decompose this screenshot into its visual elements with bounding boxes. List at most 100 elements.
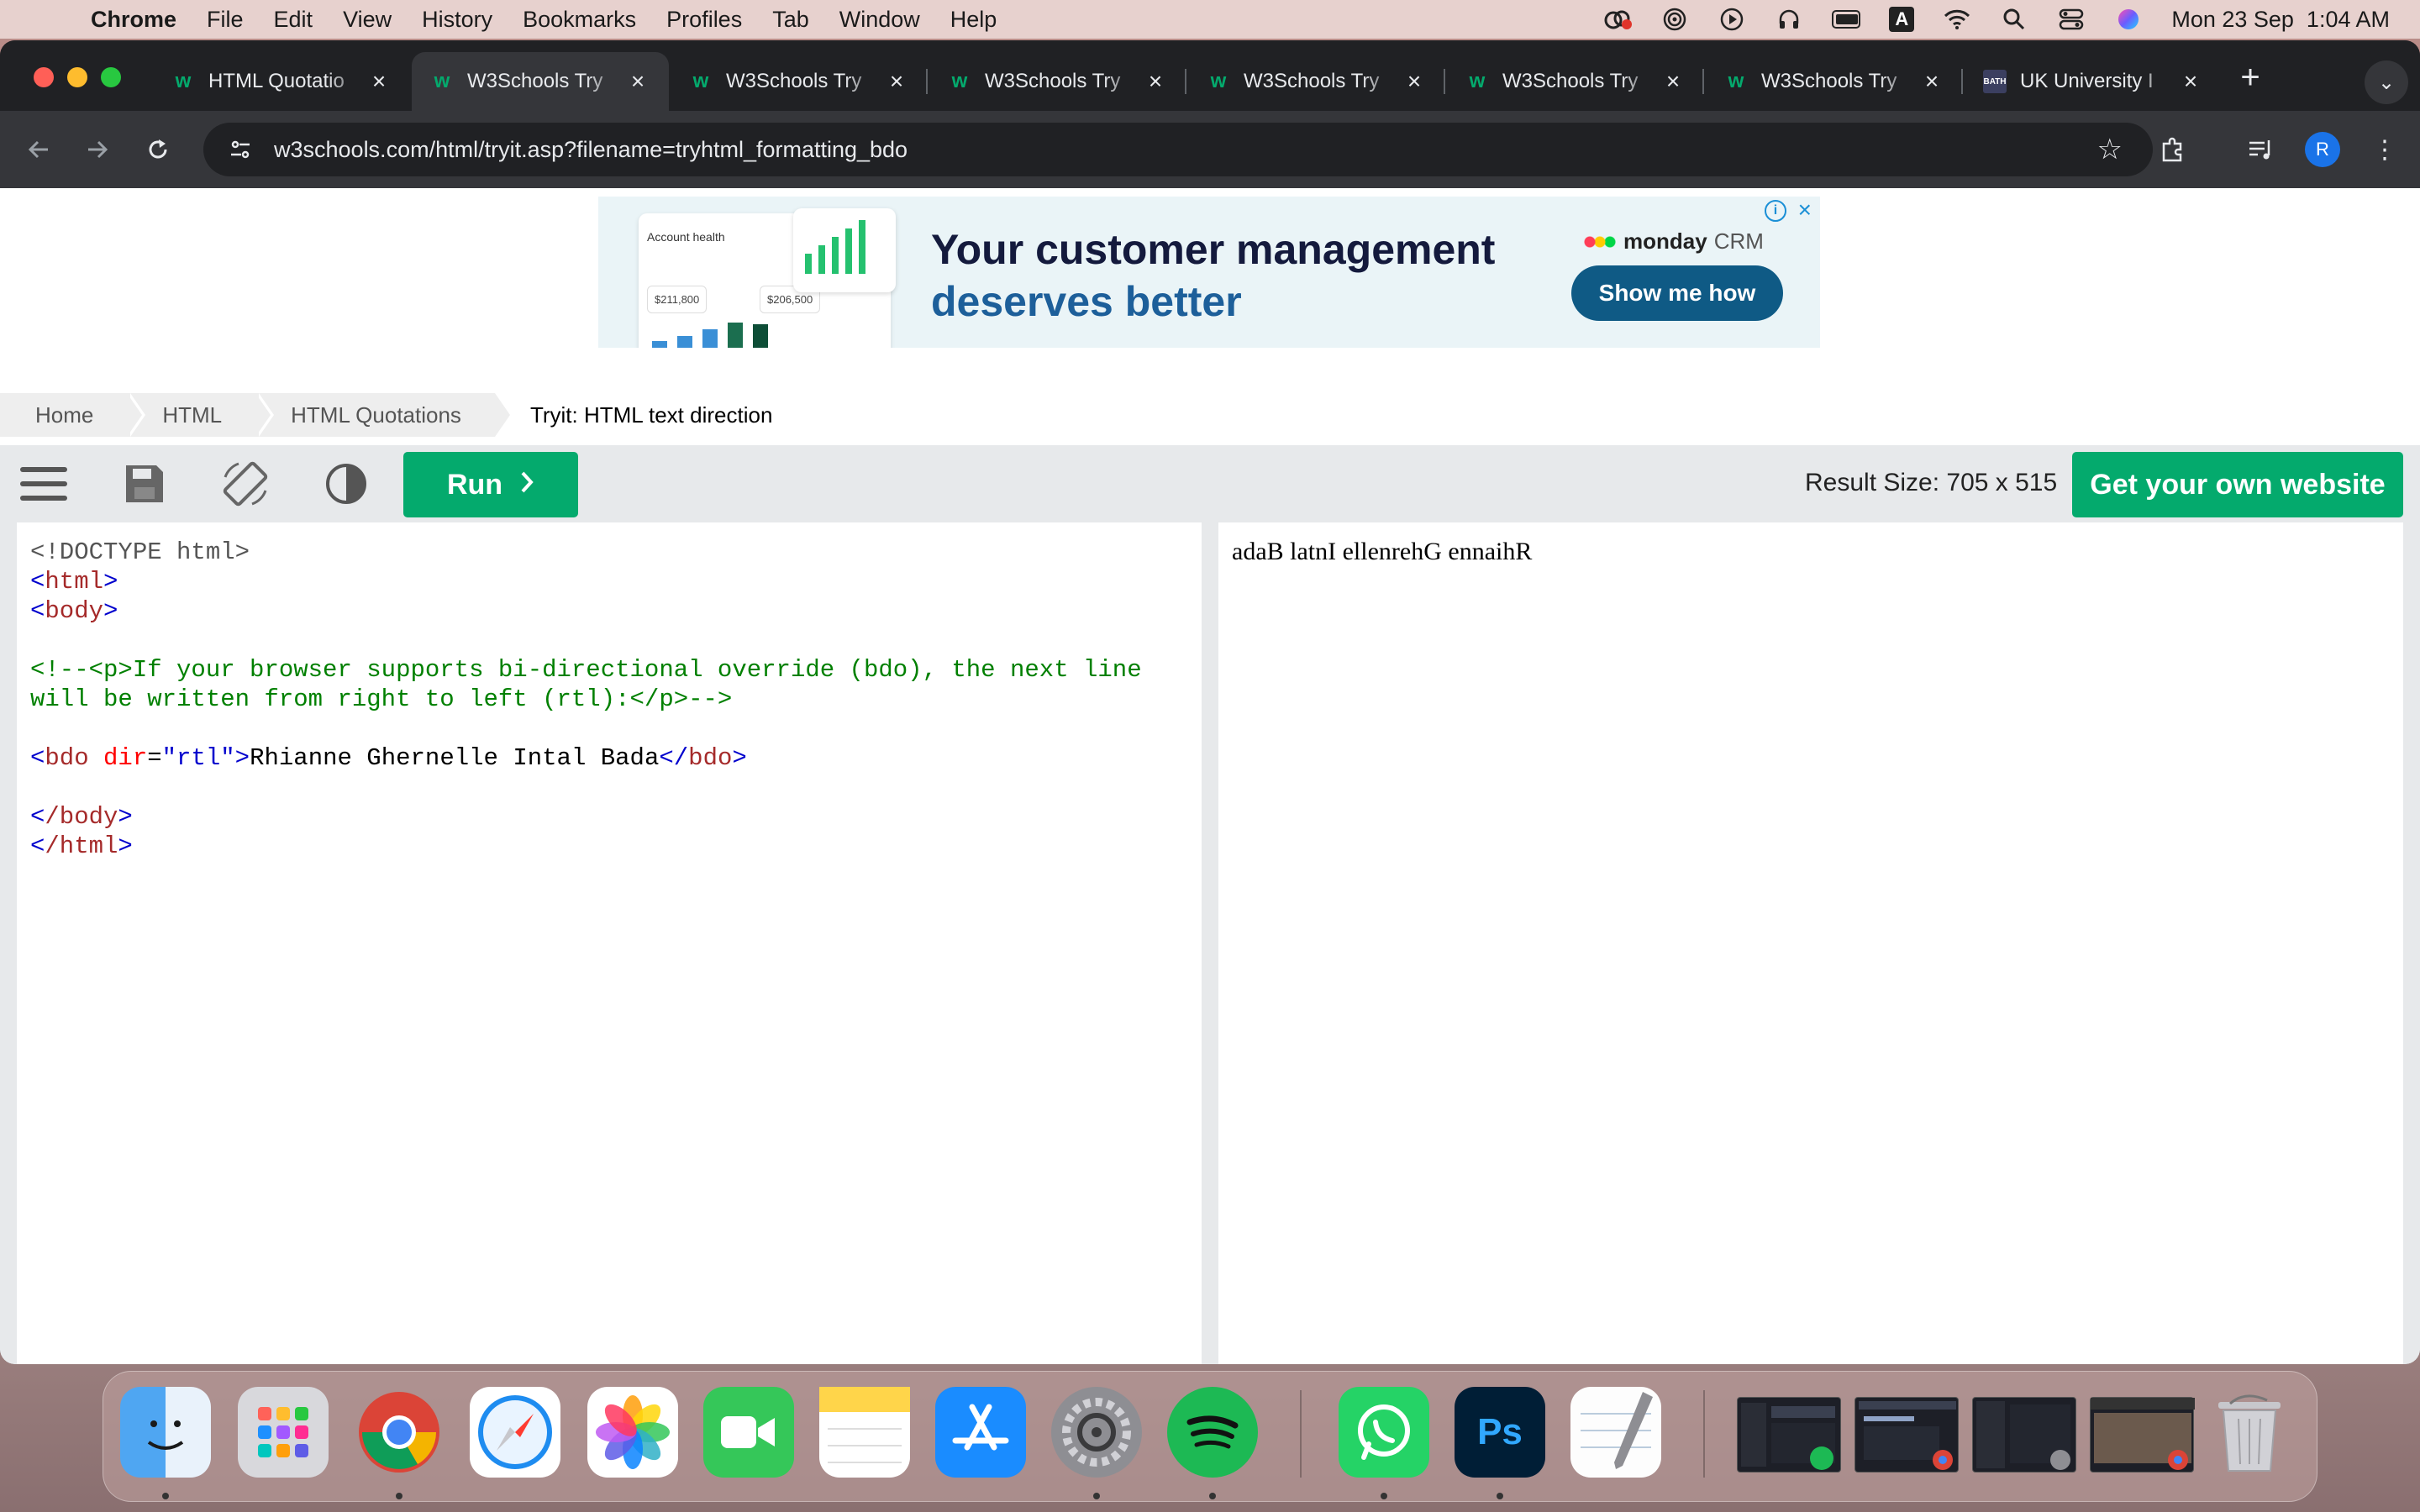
tab-6[interactable]: w W3Schools Try × bbox=[1706, 52, 1963, 111]
tab-separator bbox=[1961, 69, 1963, 94]
airdrop-icon[interactable] bbox=[1660, 8, 1689, 31]
minimized-window-settings[interactable] bbox=[1972, 1397, 2076, 1473]
menu-file[interactable]: File bbox=[207, 7, 244, 33]
minimized-window-video[interactable] bbox=[2090, 1397, 2195, 1473]
advertisement-banner[interactable]: Account health $211,800 $206,500 Your cu… bbox=[598, 197, 1820, 348]
tab-5[interactable]: w W3Schools Try × bbox=[1447, 52, 1704, 111]
bookmark-star-icon[interactable]: ☆ bbox=[2097, 133, 2123, 166]
tab-7[interactable]: BATH UK University I × bbox=[1965, 52, 2222, 111]
ad-cta-button[interactable]: Show me how bbox=[1571, 265, 1783, 321]
battery-icon[interactable] bbox=[1832, 8, 1861, 31]
whatsapp-icon[interactable] bbox=[1339, 1387, 1429, 1478]
spotify-icon[interactable] bbox=[1167, 1387, 1258, 1478]
run-button-label: Run bbox=[446, 468, 503, 501]
minimized-window-chrome[interactable] bbox=[1854, 1397, 1959, 1473]
play-icon[interactable] bbox=[1718, 8, 1746, 31]
menu-edit[interactable]: Edit bbox=[274, 7, 313, 33]
textedit-icon[interactable] bbox=[1570, 1387, 1661, 1478]
code-attribute-value: "rtl" bbox=[161, 744, 235, 772]
close-tab-icon[interactable]: × bbox=[1919, 68, 1944, 95]
running-indicator bbox=[396, 1493, 402, 1499]
launchpad-icon[interactable] bbox=[238, 1387, 329, 1478]
tab-search-chevron-icon[interactable]: ⌄ bbox=[2365, 60, 2408, 104]
photos-icon[interactable] bbox=[587, 1387, 678, 1478]
tab-title: W3Schools Try bbox=[1761, 70, 1897, 92]
avatar: R bbox=[2305, 132, 2340, 167]
url-text[interactable]: w3schools.com/html/tryit.asp?filename=tr… bbox=[274, 137, 908, 163]
save-icon[interactable] bbox=[119, 459, 170, 509]
tab-3[interactable]: w W3Schools Try × bbox=[929, 52, 1186, 111]
profile-avatar[interactable]: R bbox=[2302, 129, 2343, 170]
notes-icon[interactable] bbox=[819, 1387, 910, 1478]
running-indicator bbox=[1497, 1493, 1503, 1499]
spotlight-search-icon[interactable] bbox=[2000, 8, 2028, 31]
menu-view[interactable]: View bbox=[343, 7, 392, 33]
chrome-icon[interactable] bbox=[354, 1387, 445, 1478]
trash-icon[interactable] bbox=[2204, 1387, 2295, 1478]
theme-toggle-icon[interactable] bbox=[321, 459, 371, 509]
minimize-window-icon[interactable] bbox=[67, 67, 87, 87]
app-store-icon[interactable] bbox=[935, 1387, 1026, 1478]
code-tag: body bbox=[45, 597, 104, 625]
tab-2[interactable]: w W3Schools Try × bbox=[671, 52, 928, 111]
menu-help[interactable]: Help bbox=[950, 7, 997, 33]
menu-bookmarks[interactable]: Bookmarks bbox=[523, 7, 636, 33]
close-tab-icon[interactable]: × bbox=[1660, 68, 1686, 95]
w3schools-icon: w bbox=[692, 70, 709, 92]
tab-0[interactable]: w HTML Quotatio × bbox=[153, 52, 410, 111]
system-settings-icon[interactable] bbox=[1051, 1387, 1142, 1478]
menu-history[interactable]: History bbox=[422, 7, 492, 33]
close-tab-icon[interactable]: × bbox=[1402, 68, 1427, 95]
result-frame[interactable]: Rhianne Ghernelle Intal Bada bbox=[1218, 522, 2403, 1364]
tab-title: W3Schools Try bbox=[726, 70, 862, 92]
siri-icon[interactable] bbox=[2114, 8, 2143, 31]
facetime-icon[interactable] bbox=[703, 1387, 794, 1478]
address-bar[interactable]: w3schools.com/html/tryit.asp?filename=tr… bbox=[203, 123, 2153, 176]
browser-window: w HTML Quotatio × w W3Schools Try × w W3… bbox=[0, 40, 2420, 1364]
menu-profiles[interactable]: Profiles bbox=[666, 7, 742, 33]
close-tab-icon[interactable]: × bbox=[1143, 68, 1168, 95]
site-info-icon[interactable] bbox=[213, 123, 267, 176]
close-window-icon[interactable] bbox=[34, 67, 54, 87]
safari-icon[interactable] bbox=[470, 1387, 560, 1478]
close-tab-icon[interactable]: × bbox=[884, 68, 909, 95]
tab-1[interactable]: w W3Schools Try × bbox=[412, 52, 669, 111]
reload-icon[interactable] bbox=[136, 128, 180, 171]
menu-window[interactable]: Window bbox=[839, 7, 920, 33]
menu-app-name[interactable]: Chrome bbox=[91, 7, 176, 33]
run-button[interactable]: Run bbox=[403, 452, 578, 517]
more-menu-icon[interactable]: ⋮ bbox=[2365, 129, 2405, 170]
close-tab-icon[interactable]: × bbox=[366, 68, 392, 95]
ad-close-icon[interactable]: × bbox=[1798, 197, 1812, 223]
finder-icon[interactable] bbox=[120, 1387, 211, 1478]
code-editor[interactable]: <!DOCTYPE html> <html> <body> <!--<p>If yo… bbox=[17, 522, 1202, 1364]
control-center-icon[interactable] bbox=[2057, 8, 2086, 31]
ad-info-icon[interactable]: i bbox=[1765, 200, 1786, 222]
tab-4[interactable]: w W3Schools Try × bbox=[1188, 52, 1445, 111]
input-source-icon[interactable]: A bbox=[1889, 7, 1915, 32]
get-your-own-website-button[interactable]: Get your own website bbox=[2072, 452, 2403, 517]
minimized-window-spotify[interactable] bbox=[1737, 1397, 1841, 1473]
menubar-clock[interactable]: Mon 23 Sep 1:04 AM bbox=[2171, 7, 2390, 33]
tab-separator bbox=[1444, 69, 1445, 94]
photoshop-icon[interactable]: Ps bbox=[1455, 1387, 1545, 1478]
extensions-icon[interactable] bbox=[2153, 129, 2193, 170]
headphones-icon[interactable] bbox=[1775, 8, 1803, 31]
fullscreen-window-icon[interactable] bbox=[101, 67, 121, 87]
wifi-icon[interactable] bbox=[1943, 8, 1971, 31]
back-icon[interactable] bbox=[17, 128, 60, 171]
forward-icon[interactable] bbox=[76, 128, 119, 171]
creative-cloud-icon[interactable] bbox=[1603, 8, 1633, 31]
new-tab-icon[interactable]: + bbox=[2232, 59, 2269, 97]
breadcrumb-home[interactable]: Home bbox=[0, 393, 146, 437]
menu-tab[interactable]: Tab bbox=[772, 7, 809, 33]
breadcrumb: Home HTML HTML Quotations Tryit: HTML te… bbox=[0, 391, 807, 438]
close-tab-icon[interactable]: × bbox=[625, 68, 650, 95]
breadcrumb-html[interactable]: HTML bbox=[127, 393, 274, 437]
menu-hamburger-icon[interactable] bbox=[18, 459, 69, 509]
breadcrumb-html-quotations[interactable]: HTML Quotations bbox=[255, 393, 513, 437]
media-controls-icon[interactable] bbox=[2240, 129, 2281, 170]
ad-headline-line-1: Your customer management bbox=[931, 226, 1496, 273]
close-tab-icon[interactable]: × bbox=[2178, 68, 2203, 95]
rotate-layout-icon[interactable] bbox=[220, 459, 271, 509]
